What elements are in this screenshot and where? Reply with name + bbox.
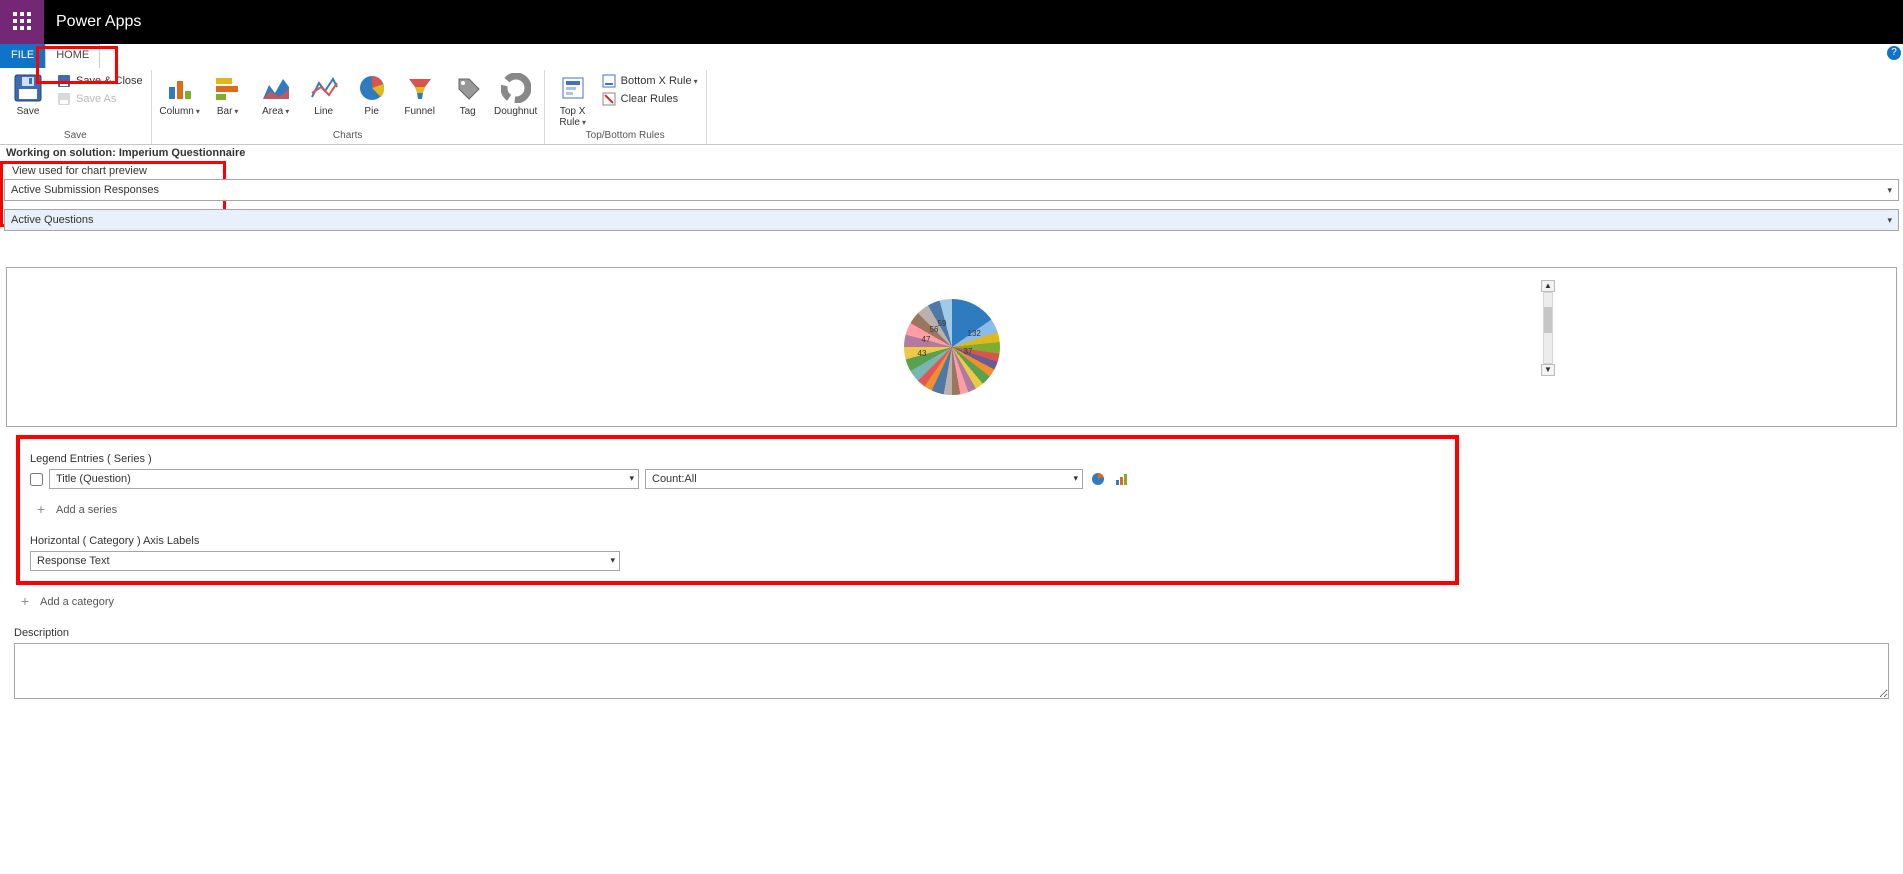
annotation-red-box-series-axis: Legend Entries ( Series ) Title (Questio… xyxy=(16,435,1459,585)
chevron-down-icon: ▾ xyxy=(1887,185,1892,196)
top-x-rule-button[interactable]: Top X Rule▾ xyxy=(549,70,597,128)
pie-slice-label: 37 xyxy=(964,347,973,356)
bottom-x-rule-button[interactable]: Bottom X Rule▾ xyxy=(599,72,700,90)
bar-chart-icon xyxy=(212,72,244,104)
save-as-icon xyxy=(56,91,72,107)
chart-line-button[interactable]: Line xyxy=(300,70,348,117)
app-title: Power Apps xyxy=(56,13,141,31)
view-dropdown-primary[interactable]: Active Submission Responses ▾ xyxy=(4,179,1899,201)
tag-label: Tag xyxy=(460,106,476,117)
pie-slice-label: 47 xyxy=(922,335,931,344)
waffle-icon xyxy=(13,12,31,33)
view-option-label: Active Questions xyxy=(11,214,94,226)
plus-icon: + xyxy=(34,503,48,517)
description-textarea[interactable] xyxy=(14,643,1889,699)
pie-chart-preview xyxy=(904,299,1000,395)
ribbon-group-rules-label: Top/Bottom Rules xyxy=(549,128,702,144)
funnel-chart-icon xyxy=(404,72,436,104)
series-checkbox[interactable] xyxy=(30,473,43,486)
category-field-value: Response Text xyxy=(37,555,110,567)
category-field-dropdown[interactable]: Response Text xyxy=(30,551,620,571)
clear-rules-icon xyxy=(601,91,617,107)
ribbon-group-save-label: Save xyxy=(4,128,147,144)
chart-pie-button[interactable]: Pie xyxy=(348,70,396,117)
funnel-label: Funnel xyxy=(404,106,435,117)
top-rule-icon xyxy=(557,72,589,104)
add-series-label: Add a series xyxy=(56,504,117,516)
pie-slice-label: 132 xyxy=(968,329,981,338)
scroll-track[interactable] xyxy=(1543,292,1553,364)
legend-scrollbar[interactable]: ▲ ▼ xyxy=(1540,280,1556,376)
chevron-down-icon: ▾ xyxy=(1887,215,1892,226)
chart-tag-button[interactable]: Tag xyxy=(444,70,492,117)
topx-label: Top X Rule▾ xyxy=(551,106,595,128)
area-label: Area▾ xyxy=(262,106,289,117)
ribbon-group-charts-label: Charts xyxy=(156,128,540,144)
scroll-up-icon[interactable]: ▲ xyxy=(1541,280,1555,292)
solution-breadcrumb: Working on solution: Imperium Questionna… xyxy=(0,145,1903,161)
legend-section-title: Legend Entries ( Series ) xyxy=(30,453,1445,465)
scroll-thumb[interactable] xyxy=(1544,307,1552,333)
add-category-button[interactable]: + Add a category xyxy=(18,595,1889,609)
area-chart-icon xyxy=(260,72,292,104)
ribbon: Save Save & Close Save As Save xyxy=(0,68,1903,145)
line-label: Line xyxy=(314,106,333,117)
series-aggregate-dropdown[interactable]: Count:All xyxy=(645,469,1083,489)
plus-icon: + xyxy=(18,595,32,609)
app-header: Power Apps xyxy=(0,0,1903,44)
column-label: Column▾ xyxy=(159,106,199,117)
chart-doughnut-button[interactable]: Doughnut xyxy=(492,70,540,117)
save-label: Save xyxy=(17,106,40,117)
ribbon-tabstrip: FILE HOME ? xyxy=(0,44,1903,68)
doughnut-chart-icon xyxy=(500,72,532,104)
chart-funnel-button[interactable]: Funnel xyxy=(396,70,444,117)
tag-chart-icon xyxy=(452,72,484,104)
pie-slice-label: 43 xyxy=(918,349,927,358)
series-aggregate-value: Count:All xyxy=(652,473,697,485)
ribbon-group-charts: Column▾ Bar▾ Area▾ Line xyxy=(152,70,545,144)
series-field-dropdown[interactable]: Title (Question) xyxy=(49,469,639,489)
doughnut-label: Doughnut xyxy=(494,106,537,117)
bottomx-label: Bottom X Rule▾ xyxy=(621,75,698,87)
chart-bar-button[interactable]: Bar▾ xyxy=(204,70,252,117)
chart-area-button[interactable]: Area▾ xyxy=(252,70,300,117)
pie-label: Pie xyxy=(364,106,378,117)
add-category-label: Add a category xyxy=(40,596,114,608)
column-chart-icon xyxy=(164,72,196,104)
view-dropdown-value: Active Submission Responses xyxy=(11,184,159,196)
solution-prefix: Working on solution: xyxy=(6,147,116,159)
scroll-down-icon[interactable]: ▼ xyxy=(1541,364,1555,376)
edit-series-chart-type-icon[interactable] xyxy=(1089,470,1107,488)
axis-section-title: Horizontal ( Category ) Axis Labels xyxy=(30,535,1445,547)
bar-label: Bar▾ xyxy=(217,106,239,117)
pie-slice-label: 59 xyxy=(938,319,947,328)
chart-preview-panel: 132 37 43 47 56 59 ▲ ▼ xyxy=(6,267,1897,427)
annotation-red-box-saveclose xyxy=(36,46,118,84)
solution-name: Imperium Questionnaire xyxy=(119,147,246,159)
pie-chart-icon xyxy=(356,72,388,104)
series-field-value: Title (Question) xyxy=(56,473,131,485)
view-dropdown-option[interactable]: Active Questions ▾ xyxy=(4,209,1899,231)
save-as-label: Save As xyxy=(76,93,116,105)
edit-series-properties-icon[interactable] xyxy=(1113,470,1131,488)
description-label: Description xyxy=(14,627,1889,639)
line-chart-icon xyxy=(308,72,340,104)
chart-column-button[interactable]: Column▾ xyxy=(156,70,204,117)
app-launcher-button[interactable] xyxy=(0,0,44,44)
ribbon-group-rules: Top X Rule▾ Bottom X Rule▾ Clear Rules T… xyxy=(545,70,707,144)
help-icon[interactable]: ? xyxy=(1887,46,1901,60)
add-series-button[interactable]: + Add a series xyxy=(34,503,1445,517)
clear-rules-label: Clear Rules xyxy=(621,93,678,105)
clear-rules-button[interactable]: Clear Rules xyxy=(599,90,700,108)
save-as-button[interactable]: Save As xyxy=(54,90,145,108)
bottom-rule-icon xyxy=(601,73,617,89)
